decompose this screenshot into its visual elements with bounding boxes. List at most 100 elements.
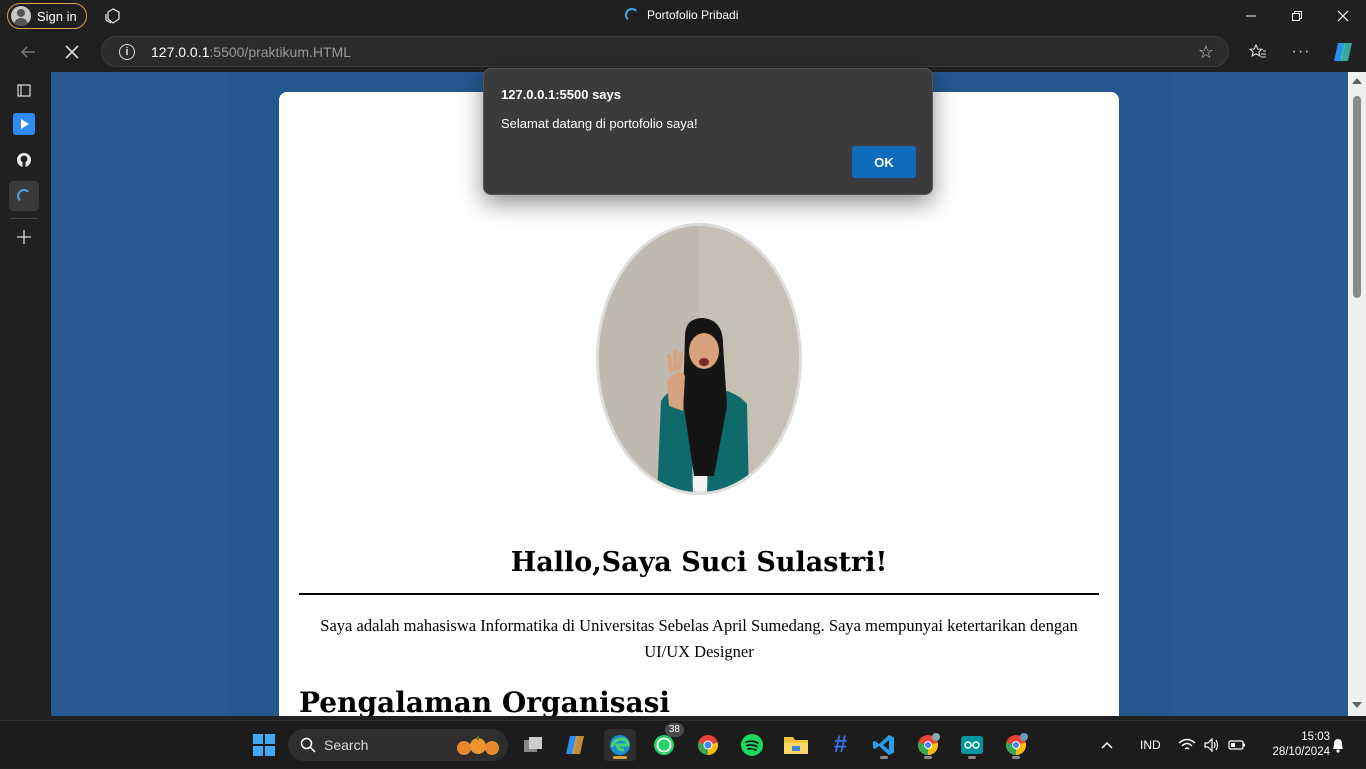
- chrome-icon: [697, 735, 719, 755]
- back-button[interactable]: [12, 36, 44, 68]
- restore-icon: [1292, 11, 1302, 21]
- battery-icon: [1228, 740, 1245, 750]
- url-host: 127.0.0.1: [151, 43, 210, 60]
- tab-actions-icon: [17, 84, 31, 97]
- running-app-indicator: [924, 756, 932, 759]
- alert-dialog: 127.0.0.1:5500 says Selamat datang di po…: [483, 68, 933, 195]
- task-view-icon: [524, 737, 542, 752]
- show-hidden-icons-button[interactable]: [1100, 721, 1114, 769]
- arduino-icon: [961, 736, 983, 754]
- minimize-button[interactable]: [1228, 0, 1274, 32]
- github-icon: [17, 153, 31, 167]
- title-bar: Sign in Portofolio Pribadi: [0, 0, 1366, 32]
- hashtag-app-icon: #: [833, 731, 847, 758]
- task-view-button[interactable]: [517, 729, 549, 761]
- taskbar-chrome-profile-1[interactable]: [912, 729, 944, 761]
- scroll-down-arrow-icon[interactable]: [1352, 702, 1362, 708]
- clock-date: 28/10/2024: [1272, 746, 1330, 758]
- taskbar-edge[interactable]: [604, 729, 636, 761]
- running-app-indicator: [880, 756, 888, 759]
- back-arrow-icon: [20, 46, 35, 58]
- copilot-icon: [1334, 43, 1352, 61]
- taskbar-spotify[interactable]: [736, 729, 768, 761]
- dialog-title: 127.0.0.1:5500 says: [501, 87, 621, 102]
- search-highlight-pumpkins-icon: [457, 736, 499, 755]
- close-icon: [1337, 10, 1349, 22]
- search-label: Search: [324, 737, 369, 753]
- language-indicator[interactable]: IND: [1140, 721, 1161, 769]
- search-icon: [300, 737, 316, 753]
- chevron-up-icon: [1101, 741, 1113, 749]
- tab-title: Portofolio Pribadi: [647, 8, 739, 22]
- intro-paragraph: Saya adalah mahasiswa Informatika di Uni…: [320, 616, 1078, 661]
- taskbar-file-explorer[interactable]: [780, 729, 812, 761]
- loading-spinner-icon: [625, 8, 639, 22]
- volume-icon: [1204, 738, 1219, 752]
- sign-in-button[interactable]: Sign in: [7, 3, 87, 29]
- new-tab-button[interactable]: [9, 222, 39, 252]
- close-window-button[interactable]: [1320, 0, 1366, 32]
- quick-settings[interactable]: [1178, 721, 1246, 769]
- scrollbar-thumb[interactable]: [1353, 96, 1361, 298]
- loading-spinner-icon: [17, 189, 31, 203]
- stop-icon: [65, 45, 79, 59]
- ok-button[interactable]: OK: [852, 146, 916, 178]
- more-dots-icon: ···: [1291, 43, 1311, 60]
- taskbar-chrome-profile-2[interactable]: [1000, 729, 1032, 761]
- tab-actions-button[interactable]: [9, 75, 39, 105]
- edge-icon: [610, 735, 630, 755]
- workspaces-icon[interactable]: [104, 7, 122, 25]
- taskbar-whatsapp[interactable]: 38: [648, 723, 684, 761]
- dialog-message: Selamat datang di portofolio saya!: [501, 116, 698, 131]
- settings-more-button[interactable]: ···: [1285, 36, 1317, 68]
- hero-heading: Hallo,Saya Suci Sulastri!: [510, 547, 888, 578]
- taskbar-chrome[interactable]: [692, 729, 724, 761]
- sidebar-tab-current[interactable]: [9, 181, 39, 211]
- restore-button[interactable]: [1274, 0, 1320, 32]
- vscode-icon: [873, 735, 894, 755]
- bell-icon: [1333, 739, 1343, 753]
- favorites-button[interactable]: [1242, 36, 1274, 68]
- url-text: 127.0.0.1:5500/praktikum.HTML: [151, 44, 351, 60]
- taskbar-vscode[interactable]: [868, 729, 900, 761]
- chrome-profile-icon: [1005, 733, 1028, 755]
- favorites-list-icon: [1249, 43, 1266, 58]
- address-bar[interactable]: i 127.0.0.1:5500/praktikum.HTML ☆: [101, 36, 1229, 67]
- favorite-star-icon[interactable]: ☆: [1198, 42, 1214, 63]
- page-scrollbar[interactable]: [1348, 72, 1366, 716]
- browser-toolbar: i 127.0.0.1:5500/praktikum.HTML ☆ ···: [0, 32, 1366, 72]
- section-heading-organization: Pengalaman Organisasi: [299, 686, 671, 716]
- windows-logo-icon: [253, 734, 275, 756]
- notifications-button[interactable]: [1331, 721, 1345, 769]
- site-info-icon[interactable]: i: [119, 43, 135, 60]
- sidebar-tab-media[interactable]: [9, 109, 39, 139]
- running-app-indicator: [968, 756, 976, 759]
- chrome-profile-icon: [917, 733, 940, 755]
- sign-in-label: Sign in: [37, 8, 77, 24]
- sidebar-divider: [10, 218, 38, 219]
- stop-loading-button[interactable]: [56, 36, 88, 68]
- taskbar: Search 38 # IND 15:03 28/10/2024: [0, 720, 1366, 768]
- url-path: :5500/praktikum.HTML: [209, 43, 351, 60]
- copilot-button[interactable]: [1328, 36, 1360, 68]
- minimize-icon: [1246, 15, 1256, 17]
- taskbar-clock[interactable]: 15:03 28/10/2024: [1258, 730, 1330, 760]
- folder-icon: [784, 737, 808, 754]
- start-button[interactable]: [248, 729, 280, 761]
- taskbar-search[interactable]: Search: [288, 729, 508, 761]
- wifi-icon: [1178, 738, 1196, 750]
- spotify-icon: [741, 734, 763, 756]
- taskbar-visual-studio-2019[interactable]: #: [824, 729, 856, 761]
- plus-icon: [17, 230, 31, 244]
- vertical-tabs-sidebar: [0, 72, 48, 720]
- sidebar-tab-github[interactable]: [9, 145, 39, 175]
- active-app-indicator: [613, 756, 627, 759]
- copilot-icon: [566, 736, 584, 754]
- clock-time: 15:03: [1301, 731, 1330, 743]
- taskbar-copilot[interactable]: [560, 729, 592, 761]
- active-tab[interactable]: Portofolio Pribadi: [625, 8, 738, 22]
- play-icon: [13, 113, 35, 135]
- taskbar-arduino[interactable]: [956, 729, 988, 761]
- scroll-up-arrow-icon[interactable]: [1352, 78, 1362, 84]
- heading-divider: [299, 593, 1099, 595]
